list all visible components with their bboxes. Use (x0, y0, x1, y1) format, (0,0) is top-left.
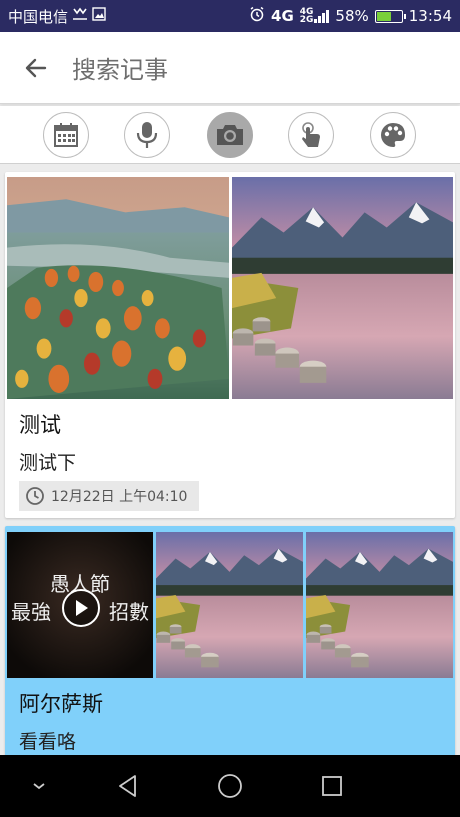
voice-filter-button[interactable] (124, 112, 170, 158)
status-bar: 中国电信 4G 4G 2G 58% 13:54 (0, 0, 460, 32)
palette-filter-button[interactable] (370, 112, 416, 158)
app-bar: 搜索记事 (0, 32, 460, 104)
sim-icon (72, 7, 88, 25)
page-title: 搜索记事 (72, 56, 168, 84)
alarm-clock-icon (249, 6, 265, 26)
camera-icon (217, 125, 243, 145)
carrier-label: 中国电信 (8, 7, 69, 26)
calendar-icon (54, 123, 78, 147)
battery-percent: 58% (335, 7, 369, 25)
arrow-left-icon (25, 58, 47, 77)
battery-icon (374, 9, 406, 23)
note-body: 看看咯 (19, 731, 77, 753)
gesture-filter-button[interactable] (288, 112, 334, 158)
hide-nav-button[interactable] (23, 770, 55, 802)
nav-back-button[interactable] (112, 770, 144, 802)
system-nav-bar (0, 755, 460, 817)
note-time: 12月22日 上午04:10 (51, 489, 188, 505)
back-triangle-icon (119, 775, 136, 797)
nav-recents-button[interactable] (316, 770, 348, 802)
network-tag-bottom: 2G (299, 15, 314, 25)
chevron-down-icon (33, 783, 45, 790)
palette-icon (381, 123, 405, 147)
note-title: 阿尔萨斯 (19, 692, 103, 716)
nav-home-button[interactable] (214, 770, 246, 802)
play-icon (76, 600, 88, 616)
calendar-filter-button[interactable] (43, 112, 89, 158)
video-caption-line2-end: 招數 (109, 600, 149, 624)
home-circle-icon (218, 774, 242, 798)
touch-icon (302, 122, 320, 147)
network-4g-label: 4G (271, 7, 294, 25)
back-button[interactable] (0, 32, 72, 104)
image-icon (92, 7, 106, 25)
microphone-icon (136, 122, 158, 148)
notes-list: 测试 测试下 12月22日 上午04:10 愚人節 最強 招數 阿尔萨斯 看看咯 (0, 165, 460, 755)
note-time-badge: 12月22日 上午04:10 (19, 481, 200, 511)
battery-fill (376, 11, 391, 21)
video-caption-line2: 最強 (11, 600, 51, 624)
mountain-lake-photo (306, 532, 453, 678)
note-body: 测试下 (19, 452, 77, 474)
autumn-grassland-photo (7, 177, 229, 399)
recents-square-icon (322, 776, 342, 796)
signal-icon (314, 9, 330, 23)
filter-toolbar (0, 106, 460, 164)
play-button[interactable] (62, 589, 100, 627)
note-card[interactable]: 愚人節 最強 招數 阿尔萨斯 看看咯 (5, 526, 455, 755)
mountain-lake-photo (232, 177, 453, 399)
video-thumbnail[interactable]: 愚人節 最強 招數 (7, 532, 153, 678)
mountain-lake-photo (156, 532, 303, 678)
camera-filter-button[interactable] (207, 112, 253, 158)
clock-time: 13:54 (408, 7, 452, 25)
note-card[interactable]: 测试 测试下 12月22日 上午04:10 (5, 172, 455, 518)
clock-icon (26, 487, 44, 505)
note-title: 测试 (19, 413, 61, 437)
